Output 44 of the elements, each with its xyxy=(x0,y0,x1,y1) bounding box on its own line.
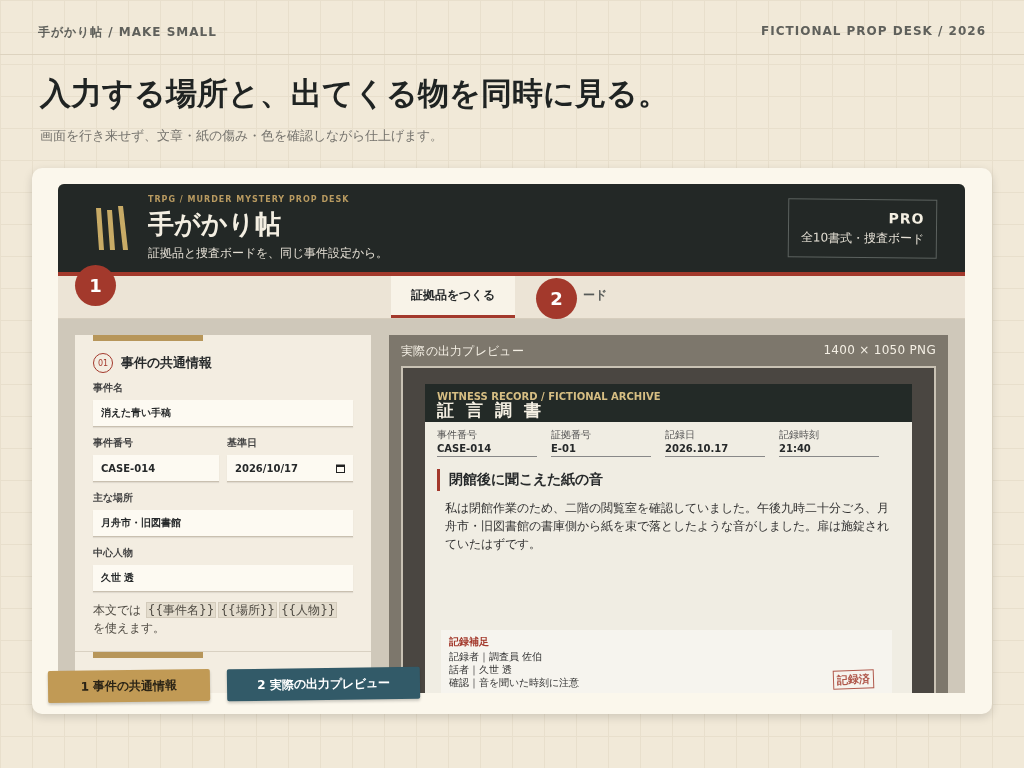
image-size: 1400 × 1050 PNG xyxy=(823,343,936,359)
document-body: 私は閉館作業のため、二階の閲覧室を確認していました。午後九時二十分ごろ、月舟市・旧図書館の書庫側から紙を束で落としたような音がしました。扉は施錠されていたはずです。 xyxy=(445,500,890,553)
plan-detail: 全10書式・捜査ボード xyxy=(800,228,924,248)
hero-title: 入力する場所と、出てくる物を同時に見る。 xyxy=(40,74,670,113)
input-field[interactable]: 消えた青い手稿 xyxy=(93,400,353,427)
note-title: 記録補足 xyxy=(449,635,490,649)
date-field[interactable]: 2026/10/17 xyxy=(227,455,353,482)
meta-value: E-01 xyxy=(551,442,651,457)
app-title: 手がかり帖 xyxy=(148,207,282,241)
document-eyebrow: WITNESS RECORD / FICTIONAL ARCHIVE xyxy=(437,391,662,402)
meta-label: 記録日 xyxy=(665,428,696,442)
logo-icon xyxy=(94,204,130,252)
note-line: 記録者｜調査員 佐伯 xyxy=(449,650,543,663)
document-title: 証 言 調 書 xyxy=(437,402,544,419)
field-label: 主な場所 xyxy=(93,491,134,505)
hero-subtitle: 画面を行き来せず、文章・紙の傷み・色を確認しながら仕上げます。 xyxy=(40,127,444,145)
hint-text: 本文では {{事件名}} {{場所}} {{人物}} を使えます。 xyxy=(93,601,339,637)
note-line: 話者｜久世 透 xyxy=(449,663,513,676)
input-field[interactable]: 月舟市・旧図書館 xyxy=(93,510,353,537)
brand-label: FICTIONAL PROP DESK / 2026 xyxy=(761,24,986,40)
meta-value: CASE-014 xyxy=(437,442,537,457)
callout-label: 2 実際の出力プレビュー xyxy=(226,666,421,702)
field-label: 事件番号 xyxy=(93,436,134,450)
field-label: 基準日 xyxy=(227,436,258,450)
document-heading: 閉館後に聞こえた紙の音 xyxy=(437,469,900,491)
callout-label: 1 事件の共通情報 xyxy=(47,668,211,704)
input-field[interactable]: 久世 透 xyxy=(93,565,353,592)
meta-value: 2026.10.17 xyxy=(665,442,765,457)
meta-label: 記録時刻 xyxy=(779,428,820,442)
app-subtitle: 証拠品と捜査ボードを、同じ事件設定から。 xyxy=(148,244,389,262)
note-line: 確認｜音を聞いた時刻に注意 xyxy=(449,676,579,689)
app-eyebrow: TRPG / MURDER MYSTERY PROP DESK xyxy=(148,194,351,204)
breadcrumb: 手がかり帖 / MAKE SMALL xyxy=(38,24,217,41)
section-title: 事件の共通情報 xyxy=(121,354,212,372)
meta-value: 21:40 xyxy=(779,442,879,457)
calendar-icon[interactable] xyxy=(336,464,345,473)
meta-label: 証拠番号 xyxy=(551,428,592,442)
preview-label: 実際の出力プレビュー xyxy=(401,343,524,360)
meta-label: 事件番号 xyxy=(437,428,478,442)
input-field[interactable]: CASE-014 xyxy=(93,455,219,482)
plan-name: PRO xyxy=(888,209,925,227)
field-label: 事件名 xyxy=(93,381,124,395)
field-label: 中心人物 xyxy=(93,546,134,560)
tab[interactable]: 証拠品をつくる xyxy=(390,276,515,318)
